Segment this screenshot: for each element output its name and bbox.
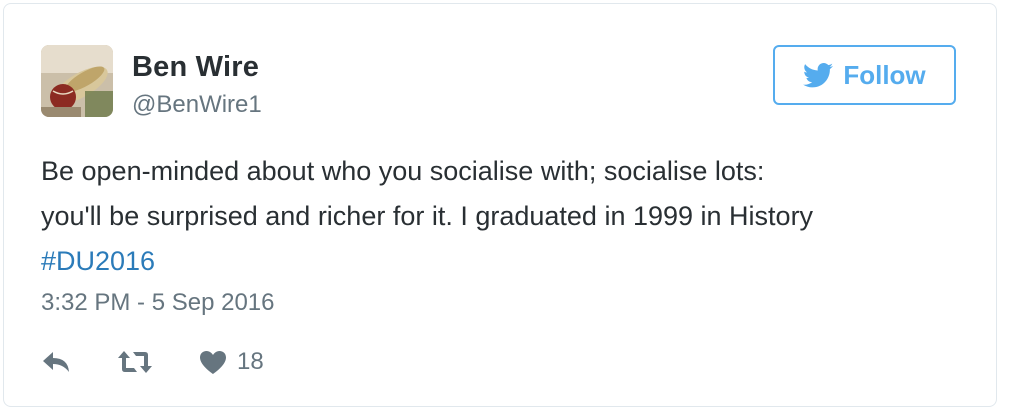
avatar-image <box>41 45 113 117</box>
reply-icon <box>43 352 69 372</box>
like-button[interactable]: 18 <box>199 347 264 377</box>
tweet-actions: 18 <box>41 344 264 380</box>
hashtag-link[interactable]: #DU2016 <box>41 239 981 284</box>
retweet-icon <box>118 351 152 373</box>
reply-button[interactable] <box>41 349 73 375</box>
tweet-timestamp[interactable]: 3:32 PM - 5 Sep 2016 <box>41 288 274 318</box>
avatar[interactable] <box>41 45 113 117</box>
tweet-text-line: Be open-minded about who you socialise w… <box>41 156 765 186</box>
follow-button[interactable]: Follow <box>773 45 956 105</box>
author-handle[interactable]: @BenWire1 <box>132 90 262 120</box>
tweet-text-line: you'll be surprised and richer for it. I… <box>41 201 814 231</box>
retweet-button[interactable] <box>117 349 153 375</box>
tweet-text: Be open-minded about who you socialise w… <box>41 149 981 284</box>
tweet-card: Ben Wire @BenWire1 Follow Be open-minded… <box>3 3 997 407</box>
bird-icon <box>803 62 834 87</box>
heart-icon <box>200 350 226 374</box>
follow-label: Follow <box>843 60 926 90</box>
author-name[interactable]: Ben Wire <box>132 50 259 84</box>
like-count: 18 <box>237 348 264 375</box>
